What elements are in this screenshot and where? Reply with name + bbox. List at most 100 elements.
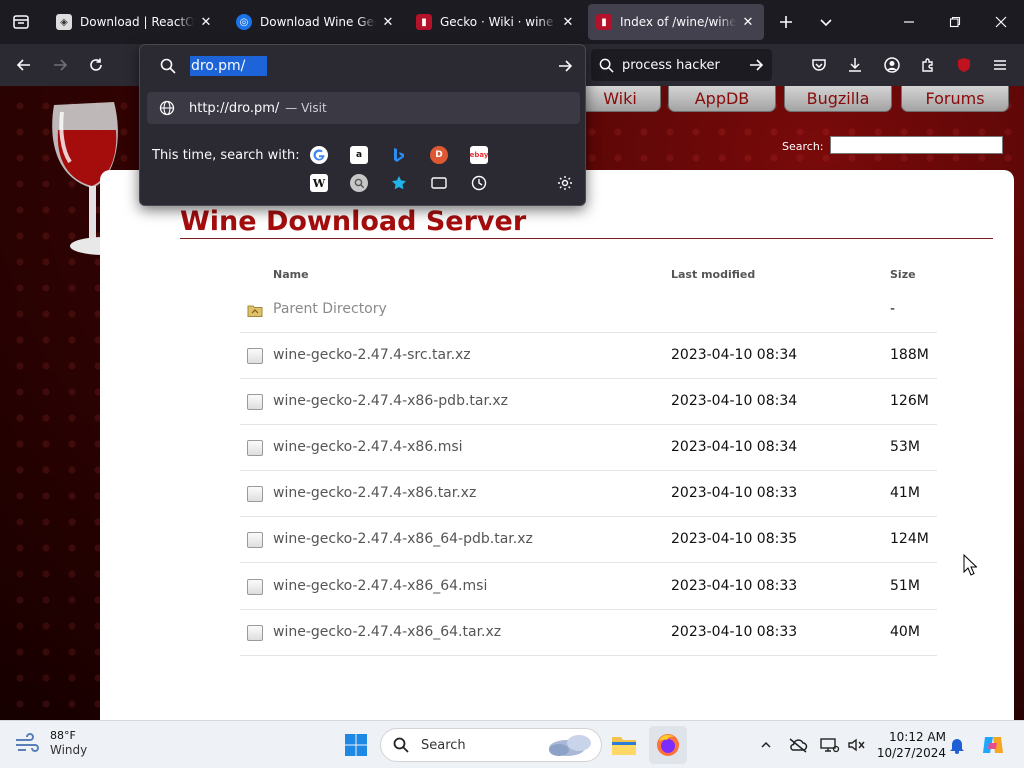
- tab-close-icon[interactable]: ✕: [560, 15, 576, 30]
- tabs-icon[interactable]: [430, 174, 448, 192]
- tab-index-wine-gecko[interactable]: ▮ Index of /wine/wine-gecko ✕: [588, 4, 764, 40]
- ebay-engine-icon[interactable]: ebay: [470, 146, 488, 164]
- close-icon: [995, 16, 1007, 28]
- wine-favicon-icon: ▮: [596, 14, 612, 30]
- file-link[interactable]: wine-gecko-2.47.4-x86_64.msi: [273, 578, 487, 594]
- search-bar-text[interactable]: process hacker: [622, 58, 748, 73]
- weather-temperature: 88°F: [50, 729, 76, 742]
- amazon-engine-icon[interactable]: a: [350, 146, 368, 164]
- file-modified: 2023-04-10 08:34: [671, 439, 798, 455]
- search-settings-gear-icon[interactable]: [556, 174, 574, 192]
- account-button[interactable]: [876, 49, 908, 81]
- weather-widget[interactable]: 88°F Windy: [14, 728, 87, 758]
- site-search-label: Search:: [782, 140, 824, 153]
- file-link[interactable]: wine-gecko-2.47.4-src.tar.xz: [273, 347, 471, 363]
- file-link[interactable]: wine-gecko-2.47.4-x86.tar.xz: [273, 485, 476, 501]
- url-input[interactable]: [190, 56, 267, 76]
- arrow-left-icon: [16, 59, 30, 71]
- column-header-name[interactable]: Name: [273, 268, 309, 281]
- duckduckgo-engine-icon[interactable]: D: [430, 146, 448, 164]
- table-row: wine-gecko-2.47.4-x86-pdb.tar.xz 2023-04…: [240, 379, 937, 425]
- file-link[interactable]: wine-gecko-2.47.4-x86.msi: [273, 439, 463, 455]
- taskbar-search-box[interactable]: Search: [380, 728, 602, 762]
- copilot-icon: [983, 737, 1003, 753]
- site-nav-appdb[interactable]: AppDB: [668, 86, 776, 112]
- ublock-origin-button[interactable]: [948, 49, 980, 81]
- close-window-button[interactable]: [978, 0, 1024, 44]
- file-link[interactable]: wine-gecko-2.47.4-x86_64.tar.xz: [273, 624, 501, 640]
- list-all-tabs-button[interactable]: [810, 6, 842, 38]
- clock-date: 10/27/2024: [876, 746, 946, 760]
- file-size: 126M: [890, 393, 929, 409]
- file-size: 188M: [890, 347, 929, 363]
- downloads-button[interactable]: [839, 49, 871, 81]
- folder-icon: [612, 737, 636, 755]
- taskbar-clock[interactable]: 10:12 AM 10/27/2024: [874, 729, 946, 761]
- arrow-right-icon[interactable]: [748, 57, 764, 73]
- tab-label: Gecko · Wiki · wine / wine: [440, 15, 556, 29]
- search-bar[interactable]: process hacker: [591, 49, 772, 81]
- tab-wine-gecko-download[interactable]: ◎ Download Wine Gecko ✕: [228, 4, 404, 40]
- bing-engine-icon[interactable]: [390, 146, 408, 164]
- url-bar[interactable]: [148, 51, 579, 81]
- site-nav-wiki[interactable]: Wiki: [579, 86, 661, 112]
- history-clock-icon[interactable]: [470, 174, 488, 192]
- minimize-button[interactable]: [886, 0, 932, 44]
- volume-tray-button[interactable]: [845, 733, 867, 757]
- start-button[interactable]: [337, 726, 375, 764]
- column-header-last-modified[interactable]: Last modified: [671, 268, 755, 281]
- app-menu-button[interactable]: [984, 49, 1016, 81]
- back-button[interactable]: [8, 49, 40, 81]
- tab-reactos[interactable]: ◈ Download | ReactOS Project ✕: [48, 4, 222, 40]
- ublock-shield-icon: [958, 58, 970, 72]
- copilot-button[interactable]: [980, 733, 1006, 757]
- site-nav-bugzilla[interactable]: Bugzilla: [784, 86, 892, 112]
- tab-label: Download Wine Gecko: [260, 15, 376, 29]
- file-explorer-button[interactable]: [605, 726, 643, 764]
- notifications-button[interactable]: [946, 733, 968, 757]
- pocket-button[interactable]: [803, 49, 835, 81]
- suggestion-url: http://dro.pm/: [189, 100, 280, 116]
- search-with-label: This time, search with:: [152, 148, 300, 163]
- table-row: wine-gecko-2.47.4-x86.msi 2023-04-10 08:…: [240, 425, 937, 471]
- tab-gecko-wiki[interactable]: ▮ Gecko · Wiki · wine / wine ✕: [408, 4, 584, 40]
- google-engine-icon[interactable]: [310, 146, 328, 164]
- puzzle-icon: [922, 58, 933, 72]
- forward-button[interactable]: [44, 49, 76, 81]
- file-link[interactable]: wine-gecko-2.47.4-x86-pdb.tar.xz: [273, 393, 508, 409]
- reload-icon: [90, 58, 102, 71]
- tab-label: Index of /wine/wine-gecko: [620, 15, 736, 29]
- tab-list-icon: [13, 15, 29, 29]
- url-dropdown-panel: http://dro.pm/ — Visit This time, search…: [139, 44, 586, 206]
- tab-overview-button[interactable]: [0, 0, 42, 44]
- firefox-taskbar-button[interactable]: [649, 726, 687, 764]
- show-hidden-icons-button[interactable]: [755, 733, 777, 757]
- other-search-engine-icon[interactable]: [350, 174, 368, 192]
- search-icon: [160, 58, 176, 74]
- extensions-button[interactable]: [912, 49, 944, 81]
- taskbar-search-label: Search: [421, 737, 466, 753]
- search-highlight-clouds-icon: [549, 735, 591, 756]
- wikipedia-engine-icon[interactable]: W: [310, 174, 328, 192]
- site-nav-forums[interactable]: Forums: [901, 86, 1009, 112]
- network-tray-button[interactable]: [819, 733, 841, 757]
- reload-button[interactable]: [80, 49, 112, 81]
- go-arrow-icon[interactable]: [557, 58, 573, 74]
- pocket-icon: [812, 59, 826, 71]
- column-header-size[interactable]: Size: [890, 268, 916, 281]
- restore-button[interactable]: [932, 0, 978, 44]
- tab-close-icon[interactable]: ✕: [380, 15, 396, 30]
- file-link[interactable]: wine-gecko-2.47.4-x86_64-pdb.tar.xz: [273, 531, 533, 547]
- tab-close-icon[interactable]: ✕: [198, 15, 214, 30]
- tab-close-icon[interactable]: ✕: [740, 15, 756, 30]
- file-size: 40M: [890, 624, 920, 640]
- mouse-cursor-icon: [963, 554, 977, 576]
- file-icon: [247, 486, 263, 502]
- suggestion-visit: — Visit: [285, 101, 327, 115]
- new-tab-button[interactable]: [770, 6, 802, 38]
- site-search-input[interactable]: [830, 136, 1003, 154]
- url-suggestion-row[interactable]: http://dro.pm/ — Visit: [147, 92, 580, 124]
- bookmarks-star-icon[interactable]: [390, 174, 408, 192]
- onedrive-tray-button[interactable]: [787, 733, 809, 757]
- tab-strip: ◈ Download | ReactOS Project ✕ ◎ Downloa…: [0, 0, 1024, 44]
